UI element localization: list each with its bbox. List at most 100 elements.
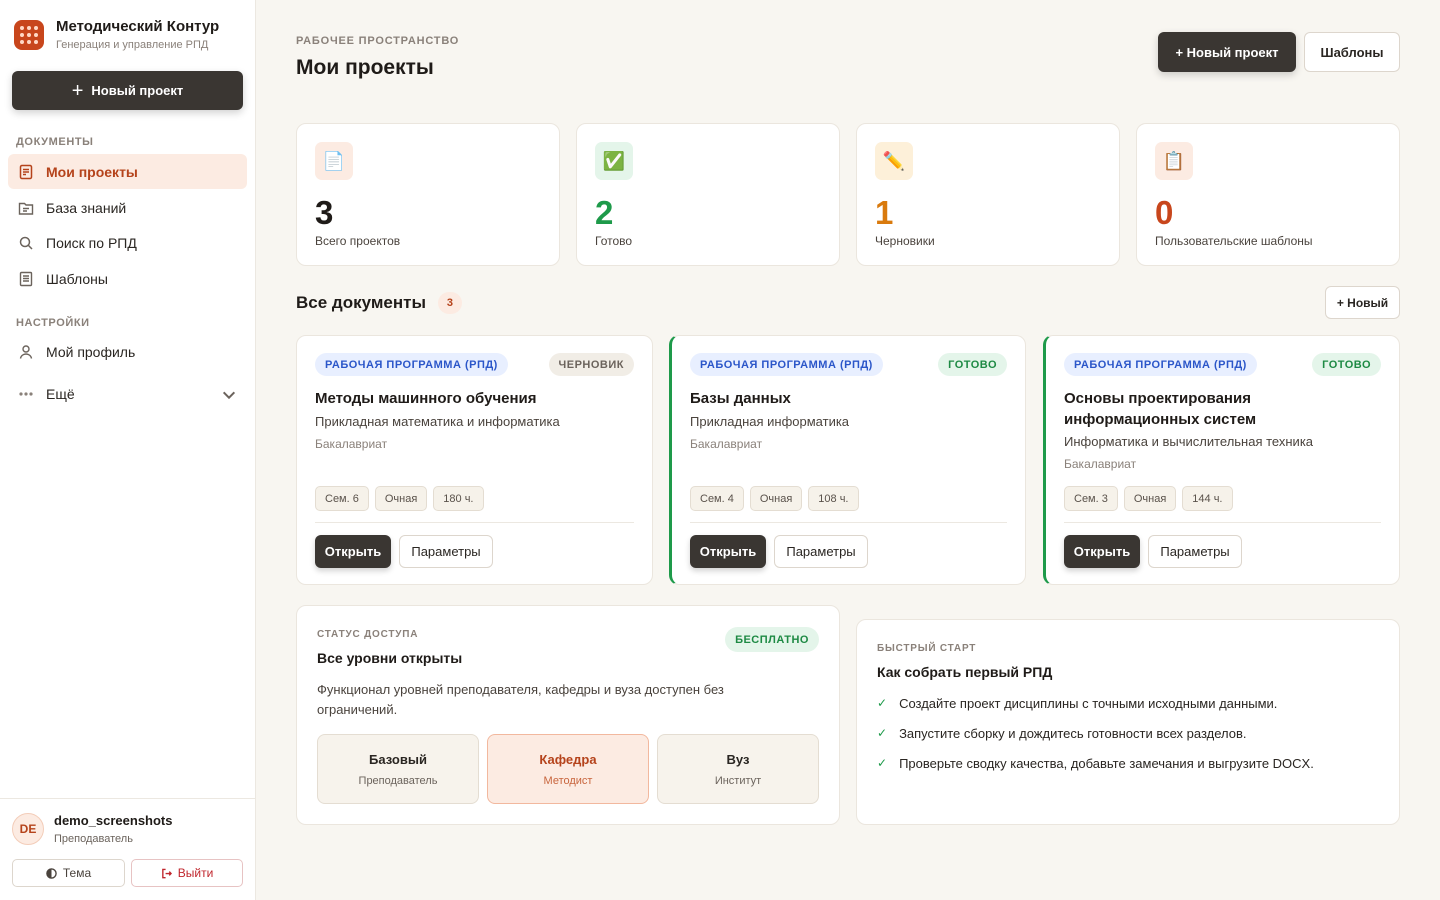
tier-sub: Преподаватель: [358, 774, 438, 787]
sidebar-item-label: Поиск по РПД: [46, 234, 137, 251]
check-icon: ✓: [877, 696, 888, 710]
sidebar-item-label: Мои проекты: [46, 163, 138, 180]
pencil-icon: ✏️: [875, 142, 913, 180]
sidebar-item-my-projects[interactable]: Мои проекты: [8, 154, 247, 189]
page-eyebrow: РАБОЧЕЕ ПРОСТРАНСТВО: [296, 35, 460, 47]
document-icon: [19, 164, 33, 179]
params-button[interactable]: Параметры: [774, 535, 868, 568]
open-button[interactable]: Открыть: [690, 535, 766, 568]
check-icon: ✓: [877, 756, 888, 770]
tier-list: Базовый Преподаватель Кафедра Методист В…: [317, 734, 819, 804]
document-card: РАБОЧАЯ ПРОГРАММА (РПД) ЧЕРНОВИК Методы …: [296, 335, 653, 585]
page-title: Мои проекты: [296, 56, 434, 79]
sidebar-item-knowledge-base[interactable]: База знаний: [8, 190, 247, 225]
chip-semester: Сем. 3: [1064, 486, 1118, 511]
user-panel: DE demo_screenshots Преподаватель Тема В…: [0, 798, 255, 900]
status-badge: ГОТОВО: [938, 353, 1007, 376]
logout-button[interactable]: Выйти: [131, 859, 243, 887]
sidebar-item-templates[interactable]: Шаблоны: [8, 261, 247, 296]
document-chips: Сем. 3 Очная 144 ч.: [1064, 486, 1233, 511]
user-name: demo_screenshots: [54, 813, 173, 828]
tier-sub: Методист: [543, 774, 593, 787]
sidebar-item-label: База знаний: [46, 199, 127, 216]
divider: [690, 522, 1007, 523]
divider: [315, 522, 634, 523]
stat-label: Готово: [595, 234, 633, 248]
chevron-down-icon[interactable]: [221, 387, 237, 403]
tier-name: Базовый: [369, 751, 427, 767]
check-icon: ✓: [877, 726, 888, 740]
page-icon: 📄: [315, 142, 353, 180]
document-level: Бакалавриат: [690, 437, 763, 451]
logout-icon: [161, 868, 172, 878]
access-description: Функционал уровней преподавателя, кафедр…: [317, 682, 724, 717]
stat-value: 1: [875, 194, 894, 231]
status-badge: БЕСПЛАТНО: [725, 627, 819, 652]
stat-label: Черновики: [875, 234, 935, 248]
theme-icon: [46, 867, 57, 879]
tier-department[interactable]: Кафедра Методист: [487, 734, 649, 804]
more-icon: [19, 391, 33, 396]
tier-name: Вуз: [726, 751, 750, 767]
document-title[interactable]: Базы данных: [690, 388, 1010, 409]
documents-title: Все документы: [296, 293, 426, 312]
status-badge: ЧЕРНОВИК: [548, 353, 634, 376]
quickstart-title: Как собрать первый РПД: [877, 664, 1053, 680]
sidebar-new-project-label: Новый проект: [91, 83, 184, 98]
header-new-project-button[interactable]: + Новый проект: [1158, 32, 1296, 72]
chip-semester: Сем. 6: [315, 486, 369, 511]
sidebar-item-label: Ещё: [46, 385, 75, 402]
step-text: Создайте проект дисциплины с точными исх…: [899, 696, 1278, 711]
stat-card-templates: 📋 0 Пользовательские шаблоны: [1136, 123, 1400, 266]
document-type-badge: РАБОЧАЯ ПРОГРАММА (РПД): [315, 353, 508, 376]
user-icon: [19, 344, 33, 359]
header-templates-button[interactable]: Шаблоны: [1304, 32, 1400, 72]
access-status-panel: СТАТУС ДОСТУПА Все уровни открыты БЕСПЛА…: [296, 605, 840, 825]
tier-university[interactable]: Вуз Институт: [657, 734, 819, 804]
access-eyebrow: СТАТУС ДОСТУПА: [317, 629, 419, 640]
avatar[interactable]: DE: [12, 813, 44, 845]
document-subtitle: Прикладная математика и информатика: [315, 414, 560, 429]
quickstart-eyebrow: БЫСТРЫЙ СТАРТ: [877, 643, 977, 654]
document-chips: Сем. 4 Очная 108 ч.: [690, 486, 859, 511]
divider: [1064, 522, 1381, 523]
check-icon: ✅: [595, 142, 633, 180]
stat-card-drafts: ✏️ 1 Черновики: [856, 123, 1120, 266]
sidebar-item-search[interactable]: Поиск по РПД: [8, 225, 247, 260]
theme-button[interactable]: Тема: [12, 859, 125, 887]
app-tagline: Генерация и управление РПД: [56, 39, 209, 51]
document-title[interactable]: Методы машинного обучения: [315, 388, 635, 409]
stat-card-total: 📄 3 Всего проектов: [296, 123, 560, 266]
stat-label: Пользовательские шаблоны: [1155, 234, 1313, 248]
brand[interactable]: Методический Контур Генерация и управлен…: [14, 18, 220, 51]
documents-heading: Все документы 3: [296, 292, 462, 314]
folder-icon: [18, 202, 34, 215]
document-subtitle: Прикладная информатика: [690, 414, 850, 429]
documents-count-badge: 3: [437, 292, 462, 314]
document-card: РАБОЧАЯ ПРОГРАММА (РПД) ГОТОВО Основы пр…: [1043, 335, 1400, 585]
chip-hours: 180 ч.: [433, 486, 484, 511]
sidebar-new-project-button[interactable]: + Новый проект: [12, 71, 243, 110]
stat-value: 2: [595, 194, 614, 231]
section-label-documents: ДОКУМЕНТЫ: [16, 136, 94, 148]
open-button[interactable]: Открыть: [315, 535, 391, 568]
plus-icon: +: [71, 79, 84, 102]
params-button[interactable]: Параметры: [1148, 535, 1242, 568]
document-card: РАБОЧАЯ ПРОГРАММА (РПД) ГОТОВО Базы данн…: [669, 335, 1026, 585]
document-type-badge: РАБОЧАЯ ПРОГРАММА (РПД): [690, 353, 883, 376]
sidebar-item-more[interactable]: Ещё: [8, 376, 247, 411]
chip-form: Очная: [749, 486, 803, 511]
app-name: Методический Контур: [56, 18, 220, 35]
quickstart-step: ✓ Проверьте сводку качества, добавьте зам…: [877, 756, 1314, 771]
tier-basic[interactable]: Базовый Преподаватель: [317, 734, 479, 804]
app-logo-icon: [14, 20, 44, 50]
sidebar-item-label: Мой профиль: [46, 343, 136, 360]
params-button[interactable]: Параметры: [399, 535, 493, 568]
documents-new-button[interactable]: + Новый: [1325, 286, 1400, 319]
open-button[interactable]: Открыть: [1064, 535, 1140, 568]
sidebar-item-profile[interactable]: Мой профиль: [8, 334, 247, 369]
chip-hours: 108 ч.: [808, 486, 859, 511]
document-title[interactable]: Основы проектирования информационных сис…: [1064, 388, 1384, 430]
chip-hours: 144 ч.: [1182, 486, 1233, 511]
user-role: Преподаватель: [54, 833, 133, 845]
